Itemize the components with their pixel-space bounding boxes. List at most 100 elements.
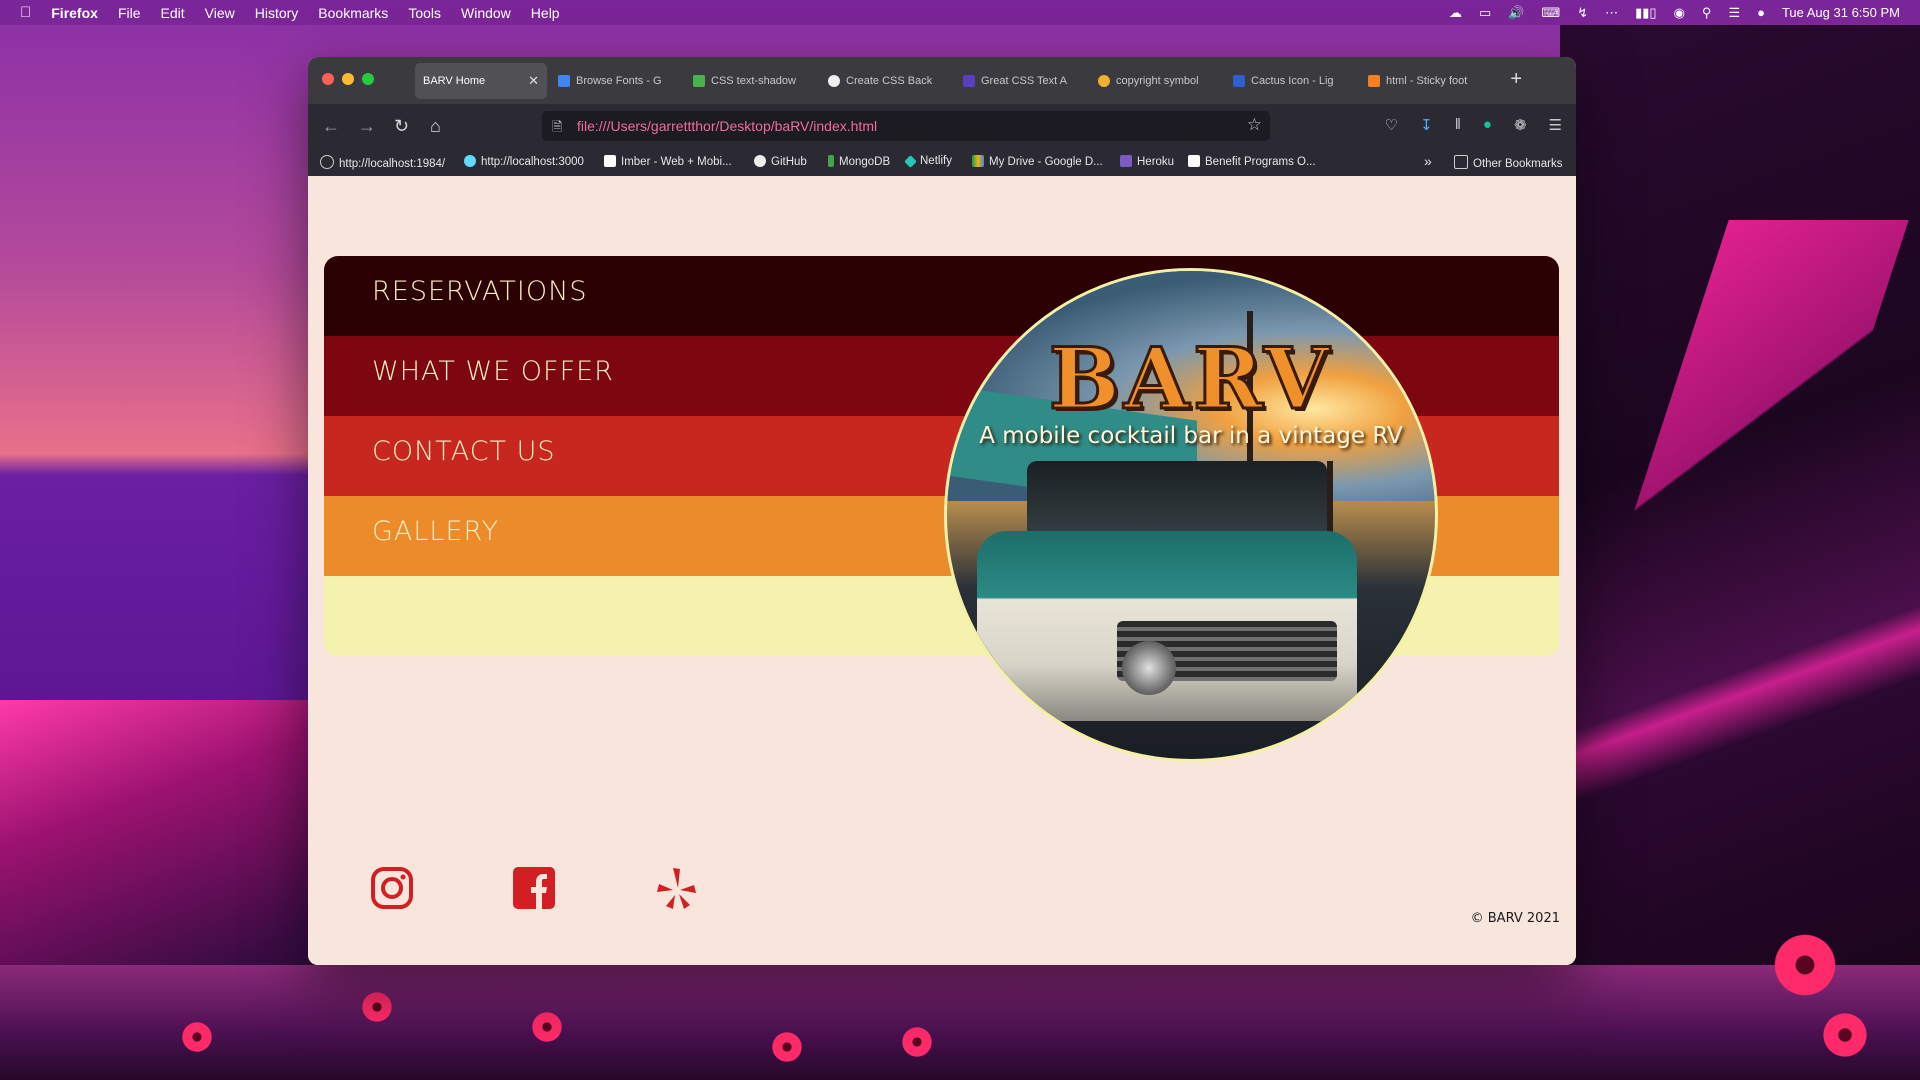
tab-barv-home[interactable]: BARV Home ✕ bbox=[415, 63, 547, 99]
bookmark-label: My Drive - Google D... bbox=[989, 156, 1103, 168]
reload-icon[interactable]: ↻ bbox=[394, 116, 409, 137]
flower-decoration bbox=[180, 1020, 214, 1054]
bookmark-mongodb[interactable]: MongoDB bbox=[828, 155, 890, 168]
tab-create-css-background[interactable]: Create CSS Back bbox=[820, 63, 952, 99]
maximize-window-button[interactable] bbox=[362, 73, 374, 85]
url-bar[interactable]: 🗎 file:///Users/garrettthor/Desktop/baRV… bbox=[542, 111, 1270, 141]
desktop-wallpaper-ground bbox=[0, 965, 1920, 1080]
folder-icon bbox=[1454, 155, 1468, 169]
bookmark-label: Netlify bbox=[920, 155, 952, 167]
bookmark-label: Benefit Programs O... bbox=[1205, 156, 1316, 168]
rv-headlight bbox=[1122, 641, 1176, 695]
other-bookmarks[interactable]: Other Bookmarks bbox=[1454, 155, 1562, 170]
hamburger-menu-icon[interactable]: ☰ bbox=[1549, 116, 1562, 134]
library-icon[interactable]: ‖ bbox=[1455, 116, 1461, 134]
menu-window[interactable]: Window bbox=[461, 5, 511, 21]
home-icon[interactable]: ⌂ bbox=[430, 116, 441, 137]
page-content: RESERVATIONS WHAT WE OFFER CONTACT US GA… bbox=[308, 176, 1576, 965]
bookmark-label: Imber - Web + Mobi... bbox=[621, 156, 732, 168]
close-window-button[interactable] bbox=[322, 73, 334, 85]
bookmark-heroku[interactable]: Heroku bbox=[1120, 155, 1174, 168]
yelp-icon[interactable] bbox=[654, 866, 698, 910]
nav-link-gallery[interactable]: GALLERY bbox=[372, 516, 499, 547]
more-bookmarks-chevron-icon[interactable]: » bbox=[1424, 153, 1432, 169]
wifi-icon[interactable]: ◉ bbox=[1674, 5, 1685, 21]
menu-bookmarks[interactable]: Bookmarks bbox=[318, 5, 388, 21]
facebook-icon[interactable] bbox=[512, 866, 556, 910]
volume-icon[interactable]: 🔊 bbox=[1508, 5, 1524, 21]
grammarly-icon[interactable]: ● bbox=[1483, 116, 1492, 134]
tab-label: html - Sticky foot bbox=[1386, 75, 1468, 87]
tab-label: BARV Home bbox=[423, 75, 486, 87]
spotlight-search-icon[interactable]: ⚲ bbox=[1702, 5, 1712, 21]
bluetooth-icon[interactable]: ↯ bbox=[1577, 5, 1588, 21]
tab-sticky-footer[interactable]: html - Sticky foot bbox=[1360, 63, 1492, 99]
flower-decoration bbox=[770, 1030, 804, 1064]
nav-link-what-we-offer[interactable]: WHAT WE OFFER bbox=[372, 356, 614, 387]
bookmark-localhost-1984[interactable]: http://localhost:1984/ bbox=[320, 155, 445, 170]
google-fonts-icon bbox=[558, 75, 570, 87]
menu-help[interactable]: Help bbox=[531, 5, 560, 21]
bookmark-imber[interactable]: Imber - Web + Mobi... bbox=[604, 155, 732, 168]
browser-toolbar: ← → ↻ ⌂ 🗎 file:///Users/garrettthor/Desk… bbox=[308, 104, 1576, 148]
copyright-site-icon bbox=[1098, 75, 1110, 87]
tab-label: Great CSS Text A bbox=[981, 75, 1068, 87]
bookmarks-bar: http://localhost:1984/ http://localhost:… bbox=[308, 148, 1576, 176]
tab-browse-fonts[interactable]: Browse Fonts - G bbox=[550, 63, 682, 99]
apple-icon[interactable]:  bbox=[20, 4, 31, 21]
bookmark-label: Other Bookmarks bbox=[1473, 158, 1563, 170]
extensions-icon[interactable]: ❁ bbox=[1514, 116, 1527, 134]
pocket-icon[interactable]: ♡ bbox=[1385, 116, 1398, 134]
tab-label: Cactus Icon - Lig bbox=[1251, 75, 1334, 87]
menu-history[interactable]: History bbox=[255, 5, 299, 21]
bookmark-google-drive[interactable]: My Drive - Google D... bbox=[972, 155, 1103, 168]
bookmark-star-icon[interactable]: ☆ bbox=[1247, 115, 1262, 135]
instagram-icon[interactable] bbox=[370, 866, 414, 910]
tab-copyright-symbol[interactable]: copyright symbol bbox=[1090, 63, 1222, 99]
url-text[interactable]: file:///Users/garrettthor/Desktop/baRV/i… bbox=[577, 118, 877, 134]
siri-icon[interactable]: ● bbox=[1757, 5, 1765, 20]
macos-menubar:  Firefox File Edit View History Bookmar… bbox=[0, 0, 1920, 25]
tab-css-text-shadow[interactable]: CSS text-shadow bbox=[685, 63, 817, 99]
bookmark-localhost-3000[interactable]: http://localhost:3000 bbox=[464, 155, 584, 168]
battery-icon[interactable]: ▮▮▯ bbox=[1635, 5, 1656, 21]
flower-decoration bbox=[530, 1010, 564, 1044]
toolbar-icons: ♡ ↧ ‖ ● ❁ ☰ bbox=[1385, 116, 1562, 134]
back-arrow-icon[interactable]: ← bbox=[322, 116, 340, 137]
minimize-window-button[interactable] bbox=[342, 73, 354, 85]
netlify-icon bbox=[904, 155, 917, 168]
dots-icon[interactable]: ⋯ bbox=[1605, 5, 1618, 21]
menu-edit[interactable]: Edit bbox=[161, 5, 185, 21]
tab-great-css-text[interactable]: Great CSS Text A bbox=[955, 63, 1087, 99]
tab-strip: BARV Home ✕ Browse Fonts - G CSS text-sh… bbox=[415, 63, 1536, 99]
bookmark-label: Heroku bbox=[1137, 156, 1175, 168]
bookmark-netlify[interactable]: Netlify bbox=[904, 155, 952, 168]
github-icon bbox=[754, 155, 766, 167]
bookmark-github[interactable]: GitHub bbox=[754, 155, 807, 168]
menubar-clock[interactable]: Tue Aug 31 6:50 PM bbox=[1782, 5, 1900, 20]
screen-mirroring-icon[interactable]: ▭ bbox=[1479, 5, 1491, 21]
menu-tools[interactable]: Tools bbox=[408, 5, 441, 21]
forward-arrow-icon[interactable]: → bbox=[358, 116, 376, 137]
mongodb-leaf-icon bbox=[828, 155, 834, 167]
hero-rv-image: BARV A mobile cocktail bar in a vintage … bbox=[944, 268, 1438, 762]
menu-file[interactable]: File bbox=[118, 5, 141, 21]
menu-view[interactable]: View bbox=[205, 5, 235, 21]
nav-link-reservations[interactable]: RESERVATIONS bbox=[372, 276, 587, 307]
nav-link-contact-us[interactable]: CONTACT US bbox=[372, 436, 556, 467]
tab-cactus-icon[interactable]: Cactus Icon - Lig bbox=[1225, 63, 1357, 99]
close-tab-icon[interactable]: ✕ bbox=[528, 73, 539, 89]
bookmark-benefit-programs[interactable]: Benefit Programs O... bbox=[1188, 155, 1316, 168]
keyboard-icon[interactable]: ⌨ bbox=[1541, 5, 1560, 21]
downloads-icon[interactable]: ↧ bbox=[1420, 116, 1433, 134]
menubar-app-name[interactable]: Firefox bbox=[51, 5, 98, 21]
tagline: A mobile cocktail bar in a vintage RV bbox=[979, 423, 1403, 449]
bookmark-label: MongoDB bbox=[839, 156, 891, 168]
creative-cloud-icon[interactable]: ☁ bbox=[1449, 5, 1462, 21]
edd-icon bbox=[1188, 155, 1200, 167]
flower-decoration bbox=[1770, 930, 1840, 1000]
brand-title: BARV bbox=[1047, 328, 1334, 430]
control-center-icon[interactable]: ☰ bbox=[1728, 5, 1740, 21]
new-tab-button[interactable]: + bbox=[1510, 68, 1522, 91]
globe-icon bbox=[320, 155, 334, 169]
